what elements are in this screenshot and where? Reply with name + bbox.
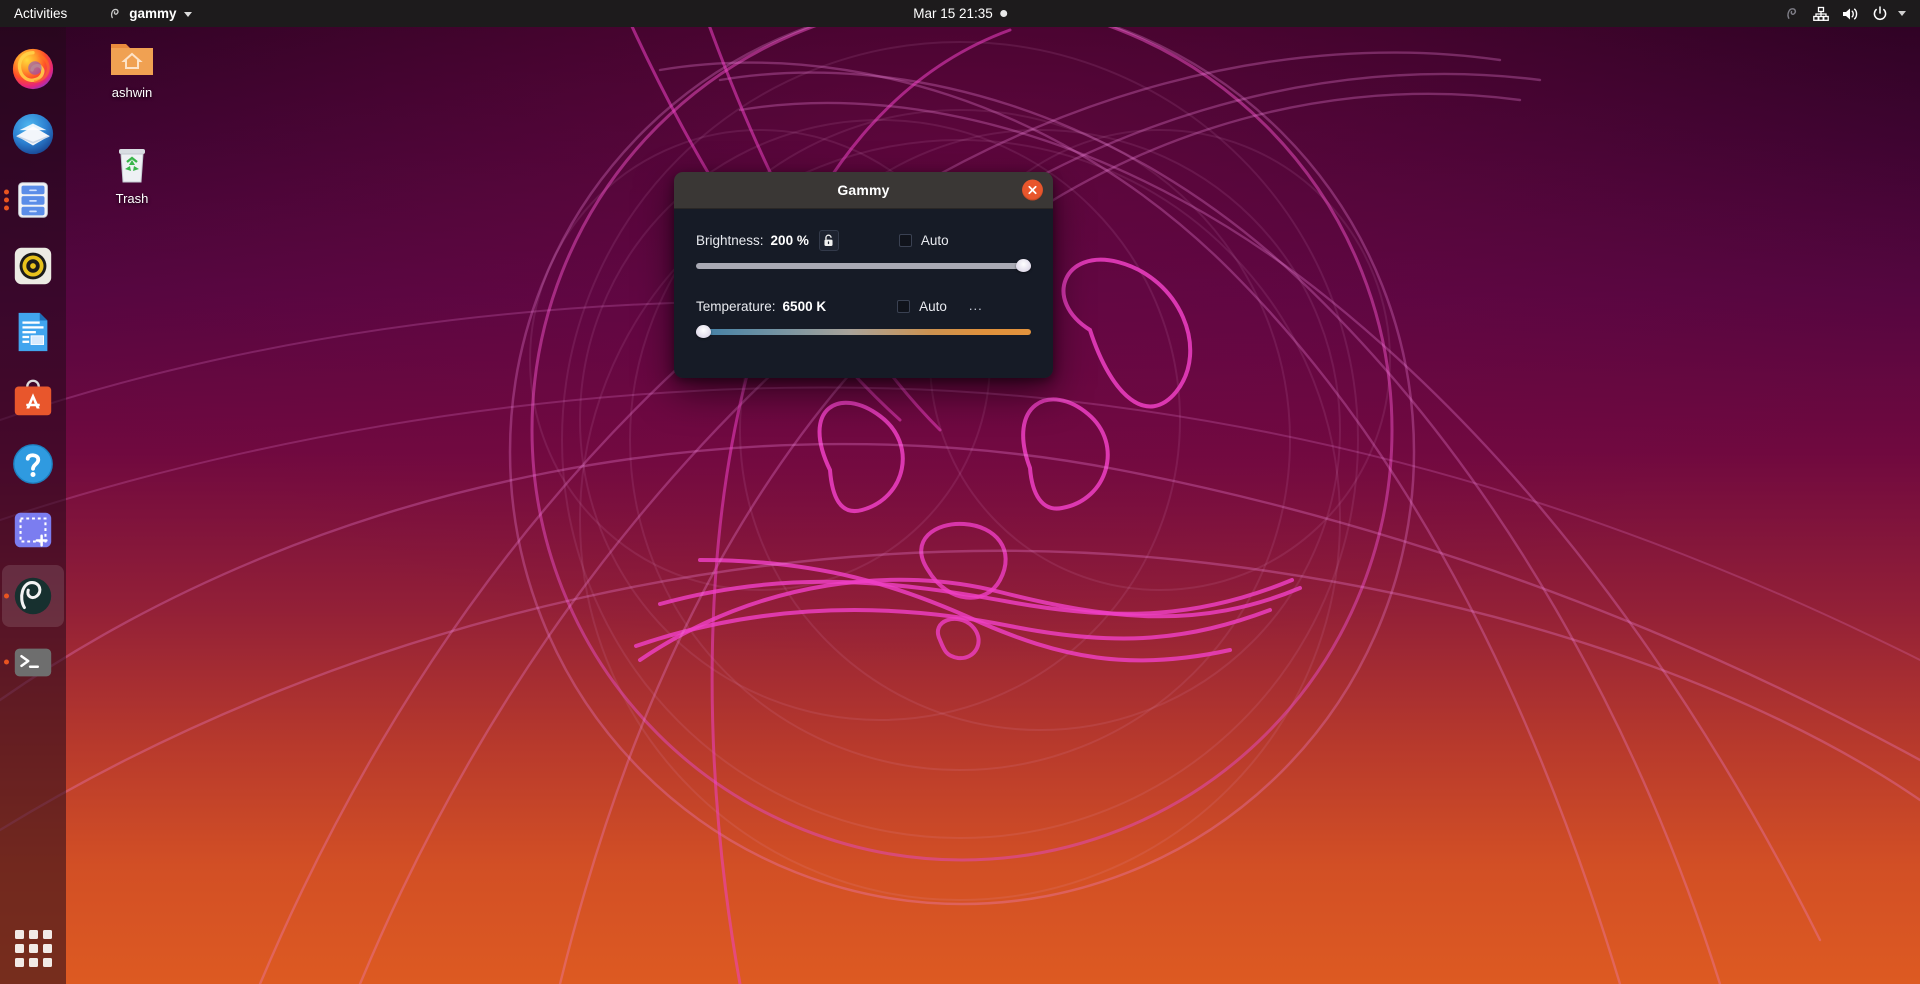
notification-dot-icon: [999, 10, 1007, 17]
brightness-slider-track: [696, 263, 1031, 269]
running-indicator-terminal: [4, 659, 9, 665]
brightness-slider[interactable]: [696, 259, 1031, 272]
dock-item-ubuntu-software[interactable]: [2, 367, 64, 429]
temperature-slider-track: [696, 329, 1031, 335]
close-button[interactable]: [1022, 179, 1043, 201]
screenshot-icon: [14, 512, 52, 548]
temperature-row: Temperature: 6500 K Auto ...: [696, 295, 1031, 317]
brightness-value: 200 %: [770, 232, 809, 248]
brightness-row: Brightness: 200 % Auto: [696, 229, 1031, 251]
gammy-icon: [14, 577, 52, 615]
dock-item-rhythmbox[interactable]: [2, 235, 64, 297]
chevron-down-icon: [183, 12, 192, 17]
gammy-tray-icon[interactable]: [1785, 6, 1800, 21]
running-indicator-gammy: [4, 593, 9, 599]
chevron-down-icon: [1898, 11, 1906, 16]
gammy-app-icon: [111, 8, 119, 19]
temperature-more-button[interactable]: ...: [969, 299, 983, 312]
dock-item-thunderbird[interactable]: [2, 103, 64, 165]
brightness-auto-label: Auto: [920, 232, 949, 248]
temperature-slider[interactable]: [696, 325, 1031, 338]
dock-item-gammy[interactable]: [2, 565, 64, 627]
desktop-icon-home-folder[interactable]: ashwin: [86, 36, 178, 100]
dock-item-screenshot[interactable]: [2, 499, 64, 561]
app-menu-button[interactable]: gammy: [99, 0, 201, 27]
temperature-auto-label: Auto: [919, 298, 947, 314]
folder-home-icon: [86, 36, 178, 80]
power-icon: [1873, 5, 1887, 20]
ubuntu-software-icon: [14, 379, 52, 416]
dock-item-files[interactable]: [2, 169, 64, 231]
top-bar: Activities gammy Mar 15 21:35: [0, 0, 1920, 27]
wallpaper-pattern: [0, 0, 1920, 984]
unlocked-padlock-icon: [824, 234, 833, 246]
dock-item-firefox[interactable]: [2, 37, 64, 99]
brightness-label: Brightness:: [696, 232, 764, 248]
terminal-icon: [14, 648, 52, 677]
show-applications-button[interactable]: [11, 926, 55, 970]
desktop-wallpaper: [0, 0, 1920, 984]
desktop-icon-label: ashwin: [111, 85, 153, 100]
thunderbird-icon: [12, 113, 54, 155]
volume-icon: [1843, 7, 1858, 19]
rhythmbox-icon: [14, 247, 52, 285]
network-wired-icon: [1813, 6, 1829, 21]
running-indicator-files: [4, 189, 9, 211]
close-icon: [1028, 185, 1037, 195]
gammy-window: Gammy Brightness: 200 % Auto Temperature…: [674, 172, 1053, 378]
dock: [0, 27, 66, 984]
temperature-slider-handle[interactable]: [696, 325, 711, 338]
gammy-body: Brightness: 200 % Auto Temperature: 6500…: [674, 209, 1053, 378]
dock-item-terminal[interactable]: [2, 631, 64, 693]
activities-button[interactable]: Activities: [0, 0, 77, 27]
libreoffice-writer-icon: [18, 312, 48, 352]
clock-label: Mar 15 21:35: [913, 6, 993, 21]
help-icon: [13, 444, 53, 484]
brightness-slider-handle[interactable]: [1016, 259, 1031, 272]
dock-item-libreoffice-writer[interactable]: [2, 301, 64, 363]
dock-item-help[interactable]: [2, 433, 64, 495]
desktop-icon-trash[interactable]: Trash: [86, 142, 178, 206]
temperature-label: Temperature:: [696, 298, 776, 314]
desktop-screen: Activities gammy Mar 15 21:35 ashwin Tra…: [0, 0, 1920, 984]
system-menu[interactable]: [1785, 0, 1920, 27]
firefox-icon: [12, 48, 54, 90]
temperature-auto-checkbox[interactable]: Auto: [897, 299, 947, 314]
clock-menu[interactable]: Mar 15 21:35: [913, 0, 1007, 27]
files-icon: [18, 182, 48, 218]
desktop-icon-label: Trash: [115, 191, 149, 206]
checkbox-icon: [897, 299, 911, 313]
app-menu-label: gammy: [129, 6, 177, 21]
brightness-auto-checkbox[interactable]: Auto: [898, 232, 949, 248]
gammy-titlebar[interactable]: Gammy: [674, 172, 1053, 209]
checkbox-icon: [898, 233, 912, 247]
temperature-value: 6500 K: [782, 298, 827, 314]
brightness-lock-button[interactable]: [818, 229, 839, 251]
window-title: Gammy: [837, 182, 890, 198]
trash-icon: [86, 142, 178, 186]
